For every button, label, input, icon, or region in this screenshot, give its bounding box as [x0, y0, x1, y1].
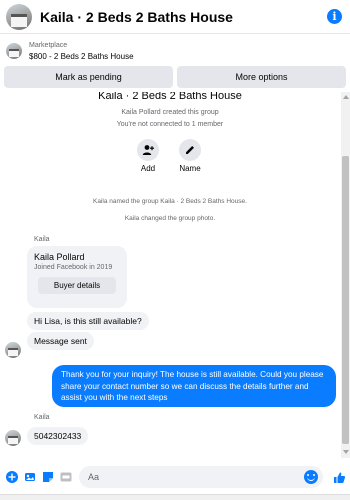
sticker-icon[interactable]: [41, 471, 54, 484]
listing-actions: Mark as pending More options: [4, 66, 346, 88]
buyer-details-button[interactable]: Buyer details: [38, 277, 116, 294]
listing-thumbnail: [6, 43, 22, 59]
profile-joined: Joined Facebook in 2019: [34, 264, 113, 271]
incoming-message[interactable]: Message sent: [27, 332, 94, 350]
plus-icon[interactable]: [5, 471, 18, 484]
incoming-message[interactable]: 5042302433: [27, 427, 89, 445]
camera-icon[interactable]: [23, 471, 36, 484]
message-composer: [0, 462, 350, 492]
add-person-icon[interactable]: [137, 139, 159, 161]
profile-card: Kaila Pollard Joined Facebook in 2019 Bu…: [27, 246, 127, 308]
sender-avatar[interactable]: [5, 342, 21, 358]
message-input-wrapper: [79, 466, 323, 488]
chat-title[interactable]: Kaila · 2 Beds 2 Baths House: [40, 9, 233, 25]
marketplace-listing[interactable]: Marketplace $800 - 2 Beds 2 Baths House: [0, 37, 350, 65]
marketplace-label: Marketplace: [29, 41, 68, 49]
listing-text: Marketplace $800 - 2 Beds 2 Baths House: [29, 41, 134, 62]
sender-name: Kaila: [34, 236, 50, 243]
listing-title: $800 - 2 Beds 2 Baths House: [29, 51, 134, 61]
add-member-action[interactable]: Add: [128, 139, 168, 173]
outgoing-message[interactable]: Thank you for your inquiry! The house is…: [52, 365, 336, 407]
taskbar-edge: [0, 494, 350, 500]
profile-name[interactable]: Kaila Pollard: [34, 252, 120, 262]
chat-header: Kaila · 2 Beds 2 Baths House i: [0, 0, 350, 34]
group-avatar[interactable]: [6, 3, 32, 30]
system-message: Kaila changed the group photo.: [124, 215, 216, 222]
system-message: Kaila named the group Kaila · 2 Beds 2 B…: [93, 198, 247, 205]
connection-status-text: You're not connected to 1 member: [116, 121, 224, 128]
scroll-up-icon[interactable]: [343, 95, 349, 99]
info-icon[interactable]: i: [327, 9, 342, 24]
thumbs-up-icon[interactable]: [333, 471, 346, 484]
group-created-text: Kaila Pollard created this group: [121, 109, 219, 116]
sender-name: Kaila: [34, 414, 50, 421]
name-label: Name: [179, 164, 201, 173]
scrollbar-thumb[interactable]: [342, 156, 349, 444]
pencil-icon[interactable]: [179, 139, 201, 161]
name-group-action[interactable]: Name: [170, 139, 210, 173]
more-options-button[interactable]: More options: [177, 66, 346, 88]
emoji-icon[interactable]: [304, 470, 318, 484]
group-name-heading: Kaila · 2 Beds 2 Baths House: [98, 92, 242, 102]
message-input[interactable]: [88, 469, 288, 485]
message-thread[interactable]: Kaila · 2 Beds 2 Baths House Kaila Polla…: [0, 92, 340, 458]
add-label: Add: [140, 164, 156, 173]
mark-as-pending-button[interactable]: Mark as pending: [4, 66, 173, 88]
scroll-down-icon[interactable]: [343, 450, 349, 454]
incoming-message[interactable]: Hi Lisa, is this still available?: [27, 312, 149, 330]
gif-icon[interactable]: [59, 471, 72, 484]
thread-scrollbar[interactable]: [341, 92, 350, 458]
sender-avatar[interactable]: [5, 430, 21, 446]
